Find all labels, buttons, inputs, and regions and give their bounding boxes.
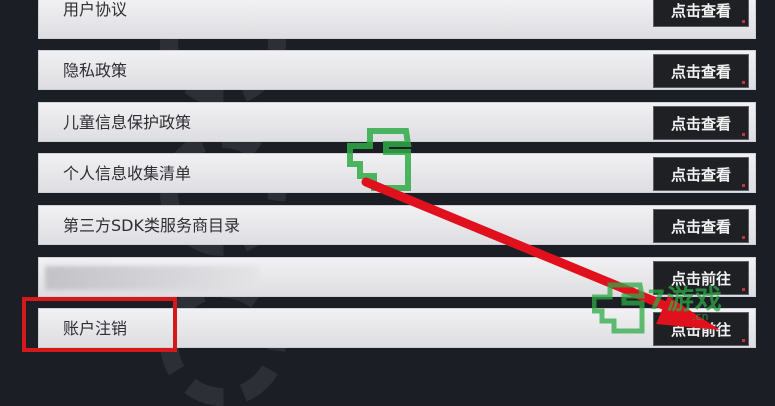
watermark-domain: .cn: [692, 310, 709, 323]
watermark-text: 7游戏: [647, 285, 723, 316]
watermark-logo-icon: [592, 282, 645, 334]
